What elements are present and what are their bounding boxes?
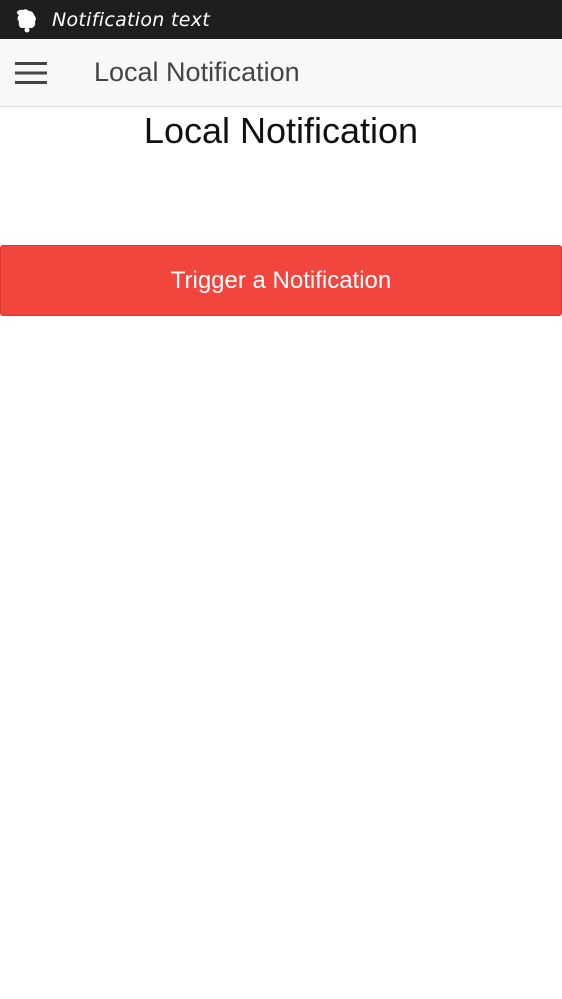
- page-heading: Local Notification: [143, 110, 419, 151]
- bell-icon: [12, 5, 42, 35]
- status-notification-text: Notification text: [52, 8, 210, 31]
- app-bar-title: Local Notification: [94, 57, 300, 87]
- status-bar: Notification text: [0, 0, 562, 39]
- trigger-notification-button[interactable]: Trigger a Notification: [0, 245, 562, 316]
- hamburger-menu-icon[interactable]: [14, 56, 48, 90]
- app-bar: Local Notification: [0, 39, 562, 107]
